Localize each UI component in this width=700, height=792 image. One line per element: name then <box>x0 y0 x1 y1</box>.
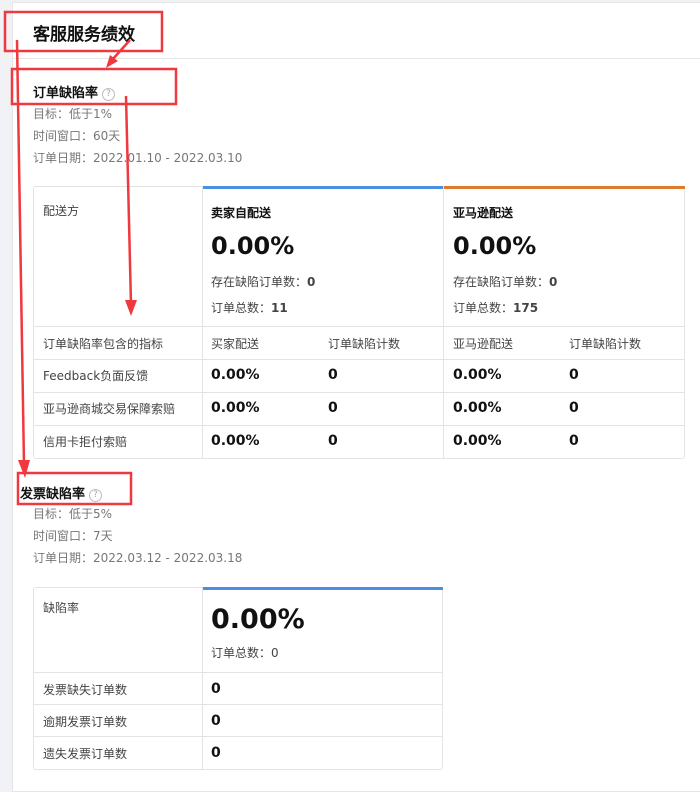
annotation-overlay <box>3 10 178 506</box>
